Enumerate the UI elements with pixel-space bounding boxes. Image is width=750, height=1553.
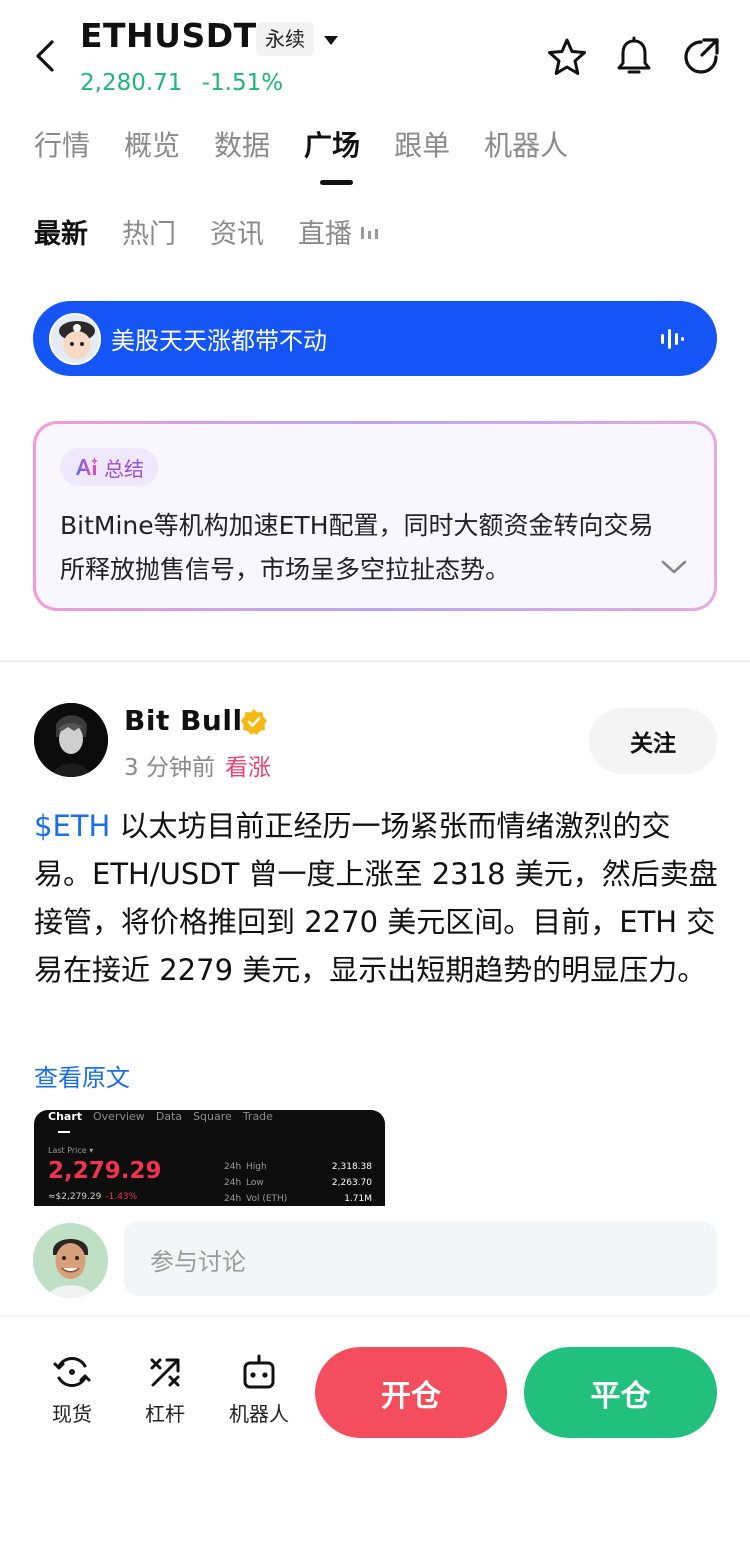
margin-icon [150, 1358, 180, 1387]
image-tab-square: Square [193, 1110, 232, 1123]
spot-button[interactable]: 现货 [32, 1352, 112, 1427]
sentiment-tag: 看涨 [224, 755, 271, 781]
ai-summary-label: 总结 [104, 456, 144, 481]
last-price: 2,280.71 [80, 70, 183, 96]
bot-label: 机器人 [229, 1402, 289, 1426]
stat-row: 24h Vol (ETH) 1.71M [224, 1194, 372, 1206]
image-change: -1.43% [105, 1192, 138, 1202]
price-change: -1.51% [201, 70, 284, 96]
sub-tabs: 最新 热门 资讯 直播 [34, 212, 380, 251]
verified-badge-icon [241, 709, 267, 735]
ai-sparkle-icon [76, 457, 98, 475]
close-position-button[interactable]: 平仓 [524, 1347, 717, 1438]
image-price-sub: ≈$2,279.29 -1.43% [48, 1192, 137, 1202]
my-avatar[interactable] [33, 1223, 108, 1298]
margin-button[interactable]: 杠杆 [125, 1352, 205, 1427]
stat-value: 2,318.38 [331, 1162, 372, 1172]
stat-value: 1.71M [344, 1194, 372, 1204]
contract-type-badge[interactable]: 永续 [256, 22, 314, 56]
user-portrait-icon [33, 1223, 108, 1298]
tab-bots[interactable]: 机器人 [484, 124, 568, 164]
image-tab-data: Data [155, 1110, 183, 1123]
bot-button[interactable]: 机器人 [219, 1352, 299, 1427]
tab-copy-trading[interactable]: 跟单 [394, 124, 450, 164]
back-arrow-icon[interactable] [28, 36, 68, 76]
tab-market[interactable]: 行情 [34, 124, 90, 164]
star-icon[interactable] [546, 36, 588, 78]
stat-period: 24h [224, 1194, 242, 1204]
author-portrait-icon [34, 703, 108, 777]
stat-label: Low [246, 1178, 264, 1188]
open-position-button[interactable]: 开仓 [315, 1347, 507, 1438]
image-stats: 24h High 2,318.38 24h Low 2,263.70 24h V… [224, 1162, 372, 1206]
tab-square[interactable]: 广场 [304, 124, 360, 164]
post-text: 以太坊目前正经历一场紧张而情绪激烈的交易。ETH/USDT 曾一度上涨至 231… [34, 809, 718, 987]
robot-icon [243, 1354, 275, 1389]
stat-row: 24h Low 2,263.70 [224, 1178, 372, 1194]
chevron-down-icon[interactable] [660, 558, 688, 576]
margin-label: 杠杆 [145, 1402, 185, 1426]
stat-row: 24h High 2,318.38 [224, 1162, 372, 1178]
image-tab-underline [58, 1131, 70, 1133]
section-divider [0, 660, 750, 662]
image-tabs: Chart Overview Data Square Trade [48, 1110, 284, 1123]
image-tab-trade: Trade [242, 1110, 273, 1123]
stat-value: 2,263.70 [331, 1178, 372, 1188]
live-banner[interactable]: 美股天天涨都带不动 [33, 301, 717, 376]
bottom-divider [0, 1315, 750, 1317]
image-last-price-label: Last Price ▾ [48, 1146, 94, 1155]
image-price: 2,279.29 [48, 1158, 162, 1184]
streamer-avatar [49, 312, 101, 365]
image-usd-value: ≈$2,279.29 [48, 1192, 102, 1202]
image-tab-chart: Chart [48, 1110, 83, 1123]
ai-summary-card[interactable]: 总结 BitMine等机构加速ETH配置，同时大额资金转向交易所释放抛售信号，市… [33, 421, 717, 611]
symbol-title[interactable]: ETHUSDT [80, 16, 257, 55]
ticker-link[interactable]: $ETH [34, 809, 110, 843]
audio-wave-icon [661, 328, 684, 349]
view-original-link[interactable]: 查看原文 [34, 1058, 130, 1093]
follow-button[interactable]: 关注 [589, 708, 717, 774]
price-line: 2,280.71 -1.51% [80, 70, 295, 96]
share-icon[interactable] [680, 36, 722, 78]
spot-label: 现货 [52, 1402, 92, 1426]
caret-down-icon[interactable] [322, 34, 340, 46]
active-tab-indicator [320, 180, 353, 185]
image-tab-overview: Overview [93, 1110, 145, 1123]
post-body: $ETH 以太坊目前正经历一场紧张而情绪激烈的交易。ETH/USDT 曾一度上涨… [34, 802, 718, 994]
comment-input[interactable]: 参与讨论 [124, 1222, 717, 1296]
post-time: 3 分钟前 [124, 755, 215, 781]
stat-period: 24h [224, 1178, 242, 1188]
baby-avatar-icon [51, 314, 99, 363]
subtab-news[interactable]: 资讯 [210, 212, 264, 251]
spot-icon [53, 1356, 91, 1388]
author-avatar[interactable] [34, 703, 108, 777]
author-name[interactable]: Bit Bull [124, 704, 243, 737]
ai-summary-badge: 总结 [60, 448, 158, 486]
bell-icon[interactable] [614, 36, 654, 78]
live-bars-icon [361, 226, 378, 239]
stat-label: Vol (ETH) [246, 1194, 288, 1204]
ai-summary-text: BitMine等机构加速ETH配置，同时大额资金转向交易所释放抛售信号，市场呈多… [60, 511, 654, 584]
main-tabs: 行情 概览 数据 广场 跟单 机器人 [34, 124, 602, 164]
stat-period: 24h [224, 1162, 242, 1172]
post-image[interactable]: Chart Overview Data Square Trade Last Pr… [34, 1110, 385, 1206]
stat-label: High [246, 1162, 267, 1172]
subtab-live[interactable]: 直播 [298, 212, 352, 251]
live-banner-title: 美股天天涨都带不动 [111, 327, 327, 355]
post-meta: 3 分钟前 看涨 [124, 748, 271, 782]
tab-overview[interactable]: 概览 [124, 124, 180, 164]
tab-data[interactable]: 数据 [214, 124, 270, 164]
subtab-hot[interactable]: 热门 [122, 212, 176, 251]
subtab-latest[interactable]: 最新 [34, 212, 88, 251]
